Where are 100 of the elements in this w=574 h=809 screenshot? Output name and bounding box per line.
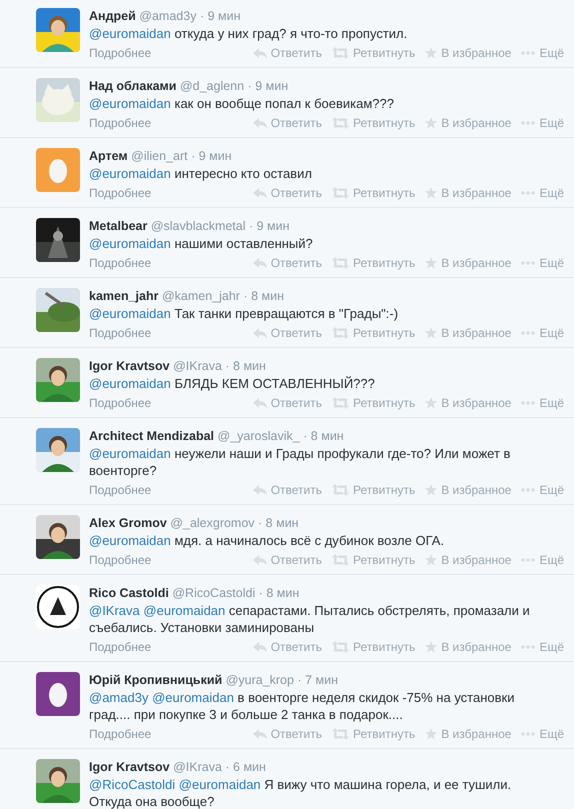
user-name[interactable]: Metalbear bbox=[89, 219, 148, 233]
retweet-action[interactable]: Ретвитнуть bbox=[332, 640, 416, 654]
tweet-time[interactable]: · 7 мин bbox=[297, 673, 338, 687]
retweet-action[interactable]: Ретвитнуть bbox=[332, 483, 416, 497]
user-name[interactable]: Igor Kravtsov bbox=[89, 760, 170, 774]
user-name[interactable]: Над облаками bbox=[89, 79, 176, 93]
tweet-time[interactable]: · 8 мин bbox=[225, 359, 266, 373]
tweet-time[interactable]: · 8 мин bbox=[303, 429, 344, 443]
details-link[interactable]: Подробнее bbox=[89, 396, 152, 410]
tweet-time[interactable]: · 9 мин bbox=[248, 79, 288, 93]
mention-link[interactable]: @euromaidan bbox=[178, 777, 261, 792]
details-link[interactable]: Подробнее bbox=[89, 186, 152, 200]
egg-avatar-icon[interactable] bbox=[36, 672, 80, 716]
details-link[interactable]: Подробнее bbox=[89, 483, 152, 497]
user-handle[interactable]: @d_aglenn bbox=[180, 79, 244, 93]
tweet-text: @euromaidan БЛЯДЬ КЕМ ОСТАВЛЕННЫЙ??? bbox=[89, 375, 376, 392]
tweet-time[interactable]: · 9 мин bbox=[200, 9, 240, 23]
mention-link[interactable]: @euromaidan bbox=[89, 236, 171, 251]
tweet-time[interactable]: · 9 мин bbox=[249, 219, 290, 233]
user-name[interactable]: Alex Gromov bbox=[89, 516, 167, 530]
retweet-action[interactable]: Ретвитнуть bbox=[332, 186, 416, 200]
favorite-action[interactable]: В избранное bbox=[425, 640, 512, 654]
reply-action[interactable]: Ответить bbox=[252, 640, 322, 654]
more-action[interactable]: Ещё bbox=[521, 396, 564, 410]
details-link[interactable]: Подробнее bbox=[89, 116, 152, 130]
more-action[interactable]: Ещё bbox=[521, 186, 564, 200]
retweet-action[interactable]: Ретвитнуть bbox=[332, 256, 416, 270]
mention-link[interactable]: @euromaidan bbox=[143, 603, 226, 618]
reply-action[interactable]: Ответить bbox=[252, 186, 322, 200]
details-link[interactable]: Подробнее bbox=[89, 256, 152, 270]
user-handle[interactable]: @_yaroslavik_ bbox=[218, 429, 300, 443]
mention-link[interactable]: @euromaidan bbox=[89, 533, 171, 548]
favorite-action[interactable]: В избранное bbox=[425, 553, 512, 567]
details-link[interactable]: Подробнее bbox=[89, 640, 152, 654]
favorite-action[interactable]: В избранное bbox=[425, 727, 512, 741]
mention-link[interactable]: @euromaidan bbox=[89, 96, 171, 111]
tweet-time[interactable]: · 8 мин bbox=[243, 289, 284, 303]
tweet-time[interactable]: · 9 мин bbox=[191, 149, 232, 163]
user-name[interactable]: Андрей bbox=[89, 9, 136, 23]
user-name[interactable]: Igor Kravtsov bbox=[89, 359, 170, 373]
user-handle[interactable]: @IKrava bbox=[173, 359, 222, 373]
mention-link[interactable]: @euromaidan bbox=[152, 690, 234, 705]
details-link[interactable]: Подробнее bbox=[89, 727, 152, 741]
mention-link[interactable]: @RicoCastoldi bbox=[89, 777, 176, 792]
retweet-action[interactable]: Ретвитнуть bbox=[332, 116, 416, 130]
reply-action[interactable]: Ответить bbox=[252, 256, 322, 270]
user-handle[interactable]: @_alexgromov bbox=[170, 516, 255, 530]
mention-link[interactable]: @IKrava bbox=[89, 603, 140, 618]
user-handle[interactable]: @RicoCastoldi bbox=[172, 586, 256, 600]
reply-action[interactable]: Ответить bbox=[252, 553, 322, 567]
mention-link[interactable]: @euromaidan bbox=[89, 26, 171, 41]
reply-action[interactable]: Ответить bbox=[252, 396, 322, 410]
reply-action[interactable]: Ответить bbox=[252, 483, 322, 497]
user-handle[interactable]: @kamen_jahr bbox=[162, 289, 240, 303]
reply-action[interactable]: Ответить bbox=[252, 46, 322, 60]
user-name[interactable]: kamen_jahr bbox=[89, 289, 158, 303]
favorite-action[interactable]: В избранное bbox=[425, 396, 512, 410]
user-handle[interactable]: @IKrava bbox=[173, 760, 222, 774]
details-link[interactable]: Подробнее bbox=[89, 46, 152, 60]
more-action[interactable]: Ещё bbox=[521, 553, 564, 567]
mention-link[interactable]: @euromaidan bbox=[89, 306, 171, 321]
tweet-time[interactable]: · 8 мин bbox=[258, 516, 299, 530]
mention-link[interactable]: @amad3y bbox=[89, 690, 148, 705]
tweet-time[interactable]: · 6 мин bbox=[225, 760, 266, 774]
favorite-action[interactable]: В избранное bbox=[425, 46, 512, 60]
reply-action[interactable]: Ответить bbox=[252, 116, 322, 130]
retweet-action[interactable]: Ретвитнуть bbox=[332, 326, 416, 340]
favorite-action[interactable]: В избранное bbox=[425, 326, 512, 340]
user-handle[interactable]: @yura_krop bbox=[226, 673, 294, 687]
more-action[interactable]: Ещё bbox=[521, 727, 564, 741]
user-name[interactable]: Architect Mendizabal bbox=[89, 429, 214, 443]
more-action[interactable]: Ещё bbox=[521, 640, 564, 654]
user-handle[interactable]: @slavblackmetal bbox=[150, 219, 246, 233]
mention-link[interactable]: @euromaidan bbox=[89, 376, 171, 391]
more-action[interactable]: Ещё bbox=[521, 483, 564, 497]
details-link[interactable]: Подробнее bbox=[89, 553, 152, 567]
favorite-action[interactable]: В избранное bbox=[425, 256, 512, 270]
more-action[interactable]: Ещё bbox=[521, 116, 564, 130]
reply-action[interactable]: Ответить bbox=[252, 727, 322, 741]
details-link[interactable]: Подробнее bbox=[89, 326, 152, 340]
mention-link[interactable]: @euromaidan bbox=[89, 446, 171, 461]
more-action[interactable]: Ещё bbox=[521, 326, 564, 340]
favorite-action[interactable]: В избранное bbox=[425, 483, 512, 497]
reply-action[interactable]: Ответить bbox=[252, 326, 322, 340]
user-handle[interactable]: @amad3y bbox=[139, 9, 196, 23]
retweet-action[interactable]: Ретвитнуть bbox=[332, 396, 416, 410]
user-name[interactable]: Юрій Кропивницький bbox=[89, 673, 222, 687]
retweet-action[interactable]: Ретвитнуть bbox=[332, 553, 416, 567]
user-name[interactable]: Артем bbox=[89, 149, 128, 163]
user-name[interactable]: Rico Castoldi bbox=[89, 586, 169, 600]
tweet-time[interactable]: · 8 мин bbox=[258, 586, 300, 600]
retweet-action[interactable]: Ретвитнуть bbox=[332, 46, 416, 60]
favorite-action[interactable]: В избранное bbox=[425, 186, 512, 200]
reply-icon bbox=[252, 554, 267, 566]
user-handle[interactable]: @ilien_art bbox=[131, 149, 188, 163]
retweet-action[interactable]: Ретвитнуть bbox=[332, 727, 416, 741]
more-action[interactable]: Ещё bbox=[521, 46, 564, 60]
more-action[interactable]: Ещё bbox=[521, 256, 564, 270]
mention-link[interactable]: @euromaidan bbox=[89, 166, 171, 181]
favorite-action[interactable]: В избранное bbox=[425, 116, 512, 130]
